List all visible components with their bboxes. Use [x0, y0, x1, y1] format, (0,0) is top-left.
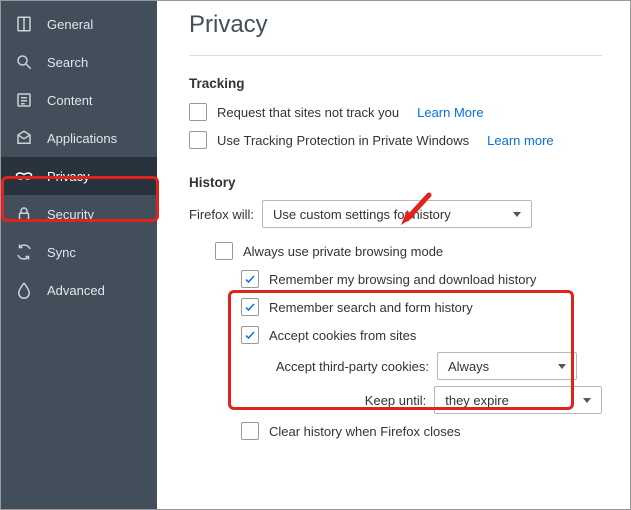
accept-cookies-row: Accept cookies from sites: [189, 324, 602, 346]
content-icon: [15, 91, 33, 109]
remember-browsing-checkbox[interactable]: [241, 270, 259, 288]
always-private-label: Always use private browsing mode: [243, 244, 443, 259]
lock-icon: [15, 205, 33, 223]
always-private-row: Always use private browsing mode: [189, 240, 602, 262]
dnt-label: Request that sites not track you: [217, 105, 399, 120]
general-icon: [15, 15, 33, 33]
remember-search-row: Remember search and form history: [189, 296, 602, 318]
remember-search-label: Remember search and form history: [269, 300, 473, 315]
accept-cookies-label: Accept cookies from sites: [269, 328, 416, 343]
sidebar-item-label: Privacy: [47, 169, 90, 184]
sidebar-item-label: Applications: [47, 131, 117, 146]
search-icon: [15, 53, 33, 71]
accept-cookies-checkbox[interactable]: [241, 326, 259, 344]
sidebar-item-label: Search: [47, 55, 88, 70]
tracking-protection-checkbox[interactable]: [189, 131, 207, 149]
dnt-checkbox[interactable]: [189, 103, 207, 121]
history-mode-select[interactable]: Use custom settings for history: [262, 200, 532, 228]
applications-icon: [15, 129, 33, 147]
sidebar-item-applications[interactable]: Applications: [1, 119, 157, 157]
tracking-dnt-row: Request that sites not track you Learn M…: [189, 101, 602, 123]
tracking-protection-learn-more-link[interactable]: Learn more: [487, 133, 553, 148]
history-will-row: Firefox will: Use custom settings for hi…: [189, 200, 602, 228]
separator: [189, 55, 602, 56]
sidebar-item-label: Security: [47, 207, 94, 222]
remember-search-checkbox[interactable]: [241, 298, 259, 316]
tracking-protection-row: Use Tracking Protection in Private Windo…: [189, 129, 602, 151]
remember-browsing-label: Remember my browsing and download histor…: [269, 272, 536, 287]
advanced-icon: [15, 281, 33, 299]
history-mode-value: Use custom settings for history: [273, 207, 451, 222]
sidebar-item-privacy[interactable]: Privacy: [1, 157, 157, 195]
tracking-heading: Tracking: [189, 76, 602, 91]
keep-until-value: they expire: [445, 393, 509, 408]
sidebar-item-sync[interactable]: Sync: [1, 233, 157, 271]
main-panel: Privacy Tracking Request that sites not …: [157, 1, 630, 509]
always-private-checkbox[interactable]: [215, 242, 233, 260]
sidebar: General Search Content Applications Priv…: [1, 1, 157, 509]
history-heading: History: [189, 175, 602, 190]
sidebar-item-search[interactable]: Search: [1, 43, 157, 81]
remember-browsing-row: Remember my browsing and download histor…: [189, 268, 602, 290]
sidebar-item-general[interactable]: General: [1, 5, 157, 43]
keep-until-row: Keep until: they expire: [189, 386, 602, 414]
clear-on-close-row: Clear history when Firefox closes: [189, 420, 602, 442]
sidebar-item-advanced[interactable]: Advanced: [1, 271, 157, 309]
sidebar-item-security[interactable]: Security: [1, 195, 157, 233]
third-party-row: Accept third-party cookies: Always: [189, 352, 602, 380]
clear-on-close-label: Clear history when Firefox closes: [269, 424, 460, 439]
sidebar-item-label: Content: [47, 93, 93, 108]
page-title: Privacy: [189, 11, 602, 39]
sync-icon: [15, 243, 33, 261]
sidebar-item-label: Sync: [47, 245, 76, 260]
keep-until-select[interactable]: they expire: [434, 386, 602, 414]
dnt-learn-more-link[interactable]: Learn More: [417, 105, 483, 120]
history-will-label: Firefox will:: [189, 207, 254, 222]
keep-until-label: Keep until:: [269, 393, 426, 408]
tracking-protection-label: Use Tracking Protection in Private Windo…: [217, 133, 469, 148]
third-party-value: Always: [448, 359, 489, 374]
clear-on-close-checkbox[interactable]: [241, 422, 259, 440]
sidebar-item-label: Advanced: [47, 283, 105, 298]
third-party-label: Accept third-party cookies:: [269, 359, 429, 374]
sidebar-item-content[interactable]: Content: [1, 81, 157, 119]
third-party-select[interactable]: Always: [437, 352, 577, 380]
privacy-mask-icon: [15, 167, 33, 185]
sidebar-item-label: General: [47, 17, 93, 32]
